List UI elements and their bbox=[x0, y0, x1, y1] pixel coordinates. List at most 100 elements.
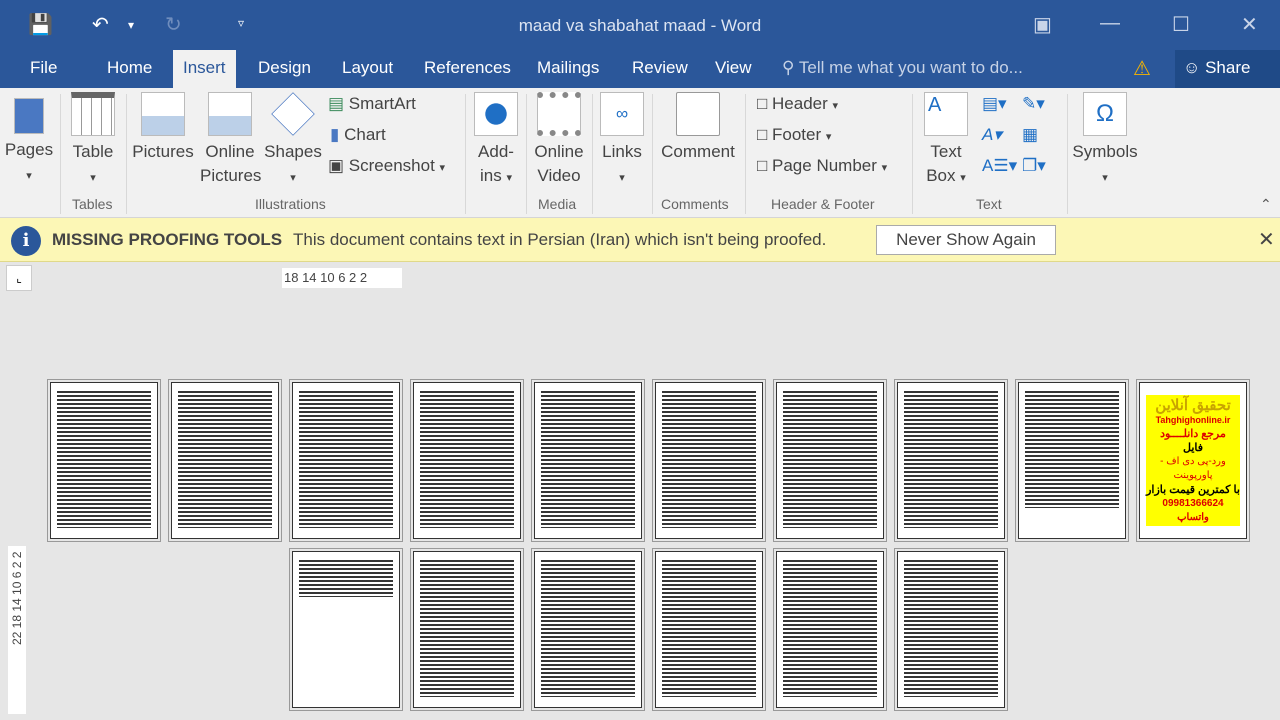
picture-icon bbox=[141, 92, 185, 136]
online-picture-icon bbox=[208, 92, 252, 136]
page-thumbnail[interactable] bbox=[289, 548, 403, 711]
symbols-button[interactable]: Ω Symbols ▾ bbox=[1070, 92, 1140, 190]
date-time-icon[interactable]: ▦ bbox=[1022, 125, 1038, 145]
tab-design[interactable]: Design bbox=[248, 50, 321, 88]
ribbon: Pages ▾ Table ▾ Tables Pictures Online Pict… bbox=[0, 88, 1280, 218]
chart-button[interactable]: ▮ Chart bbox=[330, 125, 386, 145]
ad-line3: ورد-پی دی اف - پاورپوینت bbox=[1160, 456, 1226, 481]
ad-line4: با کمترین قیمت بازار bbox=[1146, 484, 1240, 496]
comment-button[interactable]: Comment bbox=[656, 92, 740, 164]
page-thumbnail[interactable] bbox=[289, 379, 403, 542]
pictures-label: Pictures bbox=[132, 142, 194, 161]
camera-icon: ▣ bbox=[328, 156, 345, 175]
page-thumbnail[interactable] bbox=[531, 379, 645, 542]
links-button[interactable]: ∞ Links ▾ bbox=[596, 92, 648, 190]
warning-icon[interactable]: ⚠ bbox=[1133, 56, 1151, 81]
ad-line2: فایل bbox=[1182, 442, 1203, 454]
link-icon: ∞ bbox=[600, 92, 644, 136]
tab-insert[interactable]: Insert bbox=[173, 50, 236, 88]
info-icon: i bbox=[11, 226, 41, 256]
addins-button[interactable]: Add-ins ▾ bbox=[470, 92, 522, 190]
page-thumbnail[interactable] bbox=[410, 548, 524, 711]
maximize-icon[interactable]: ☐ bbox=[1172, 12, 1190, 37]
page-thumbnail[interactable] bbox=[410, 379, 524, 542]
page-number-label: Page Number bbox=[772, 156, 877, 175]
advertisement: تحقیق آنلاین Tahghighonline.ir مرجع دانل… bbox=[1146, 395, 1240, 526]
online-video-button[interactable]: Online Video bbox=[530, 92, 588, 188]
ad-page-thumbnail[interactable]: تحقیق آنلاین Tahghighonline.ir مرجع دانل… bbox=[1136, 379, 1250, 542]
page-thumbnail[interactable] bbox=[168, 379, 282, 542]
text-box-label-2: Box bbox=[926, 166, 956, 185]
page-thumbnail[interactable] bbox=[894, 548, 1008, 711]
shapes-button[interactable]: Shapes ▾ bbox=[264, 92, 322, 190]
online-pictures-label-1: Online bbox=[205, 142, 255, 161]
minimize-icon[interactable]: — bbox=[1100, 12, 1120, 35]
object-icon[interactable]: ❐▾ bbox=[1022, 156, 1046, 176]
never-show-again-button[interactable]: Never Show Again bbox=[876, 225, 1056, 255]
close-icon[interactable]: ✕ bbox=[1241, 12, 1258, 37]
omega-icon: Ω bbox=[1083, 92, 1127, 136]
tab-layout[interactable]: Layout bbox=[332, 50, 403, 88]
wordart-icon[interactable]: A▾ bbox=[982, 125, 1002, 145]
shapes-icon bbox=[271, 92, 315, 136]
page-thumbnail[interactable] bbox=[652, 548, 766, 711]
screenshot-button[interactable]: ▣ Screenshot ▾ bbox=[328, 156, 445, 176]
page-thumbnail[interactable] bbox=[894, 379, 1008, 542]
header-button[interactable]: □ Header ▾ bbox=[757, 94, 838, 114]
tab-home[interactable]: Home bbox=[97, 50, 162, 88]
page-number-icon: □ bbox=[757, 156, 768, 175]
smartart-button[interactable]: ▤ SmartArt bbox=[328, 94, 416, 114]
text-box-icon: A bbox=[924, 92, 968, 136]
signature-line-icon[interactable]: ✎▾ bbox=[1022, 94, 1045, 114]
page-thumbnail[interactable] bbox=[652, 379, 766, 542]
video-icon bbox=[537, 92, 581, 136]
ad-phone: 09981366624 واتساپ bbox=[1162, 498, 1224, 523]
close-message-icon[interactable]: ✕ bbox=[1258, 227, 1275, 252]
addins-label-1: Add- bbox=[478, 142, 514, 161]
online-video-label-1: Online bbox=[534, 142, 584, 161]
page-number-button[interactable]: □ Page Number ▾ bbox=[757, 156, 887, 176]
online-video-label-2: Video bbox=[537, 166, 581, 185]
pictures-button[interactable]: Pictures bbox=[132, 92, 194, 164]
quick-parts-icon[interactable]: ▤▾ bbox=[982, 94, 1007, 114]
tab-references[interactable]: References bbox=[414, 50, 521, 88]
page-thumbnail[interactable] bbox=[47, 379, 161, 542]
tell-me-text: Tell me what you want to do... bbox=[798, 58, 1023, 77]
title-bar: 💾 ↶ ▾ ↻ ▿ maad va shabahat maad - Word ▣… bbox=[0, 0, 1280, 50]
chart-label: Chart bbox=[344, 125, 386, 144]
page-thumbnail[interactable] bbox=[773, 548, 887, 711]
collapse-ribbon-icon[interactable]: ⌃ bbox=[1260, 196, 1272, 213]
page-thumbnail[interactable] bbox=[773, 379, 887, 542]
text-box-button[interactable]: A Text Box ▾ bbox=[918, 92, 974, 190]
pages-button[interactable]: Pages ▾ bbox=[4, 92, 54, 188]
header-label: Header bbox=[772, 94, 828, 113]
person-icon: ☺ bbox=[1183, 58, 1206, 77]
share-button[interactable]: ☺ Share bbox=[1175, 50, 1280, 88]
tab-selector[interactable]: ⌞ bbox=[6, 265, 32, 291]
store-icon bbox=[474, 92, 518, 136]
drop-cap-icon[interactable]: A☰▾ bbox=[982, 156, 1017, 176]
online-pictures-button[interactable]: Online Pictures bbox=[200, 92, 262, 188]
group-media: Media bbox=[538, 196, 577, 212]
group-header-footer: Header & Footer bbox=[771, 196, 875, 212]
group-text: Text bbox=[976, 196, 1002, 212]
online-pictures-label-2: Pictures bbox=[200, 166, 262, 185]
table-button[interactable]: Table ▾ bbox=[68, 92, 118, 190]
screenshot-label: Screenshot bbox=[348, 156, 435, 175]
page-thumbnail[interactable] bbox=[1015, 379, 1129, 542]
tell-me-search[interactable]: ⚲ Tell me what you want to do... bbox=[782, 50, 1023, 86]
group-comments: Comments bbox=[661, 196, 729, 212]
vertical-ruler[interactable]: 22 18 14 10 6 2 2 bbox=[8, 546, 26, 714]
ribbon-tabs: File Home Insert Design Layout Reference… bbox=[0, 50, 1280, 88]
tab-file[interactable]: File bbox=[20, 50, 67, 88]
tab-mailings[interactable]: Mailings bbox=[527, 50, 609, 88]
footer-button[interactable]: □ Footer ▾ bbox=[757, 125, 831, 145]
ribbon-display-icon[interactable]: ▣ bbox=[1033, 12, 1052, 37]
horizontal-ruler[interactable]: 18 14 10 6 2 2 bbox=[282, 268, 402, 288]
message-title: MISSING PROOFING TOOLS bbox=[52, 230, 283, 249]
tab-view[interactable]: View bbox=[705, 50, 762, 88]
window-title: maad va shabahat maad - Word bbox=[518, 16, 762, 35]
page-thumbnail[interactable] bbox=[531, 548, 645, 711]
message-bar: i MISSING PROOFING TOOLS This document c… bbox=[0, 218, 1280, 262]
tab-review[interactable]: Review bbox=[622, 50, 698, 88]
